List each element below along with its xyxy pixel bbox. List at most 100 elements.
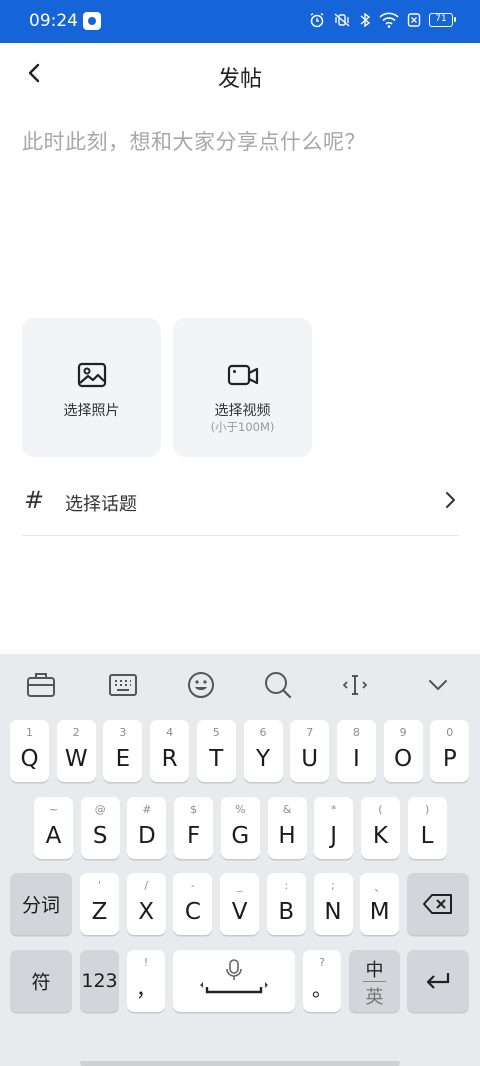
symbol-key-label: 符 (31, 971, 51, 994)
key-label: Q (20, 746, 39, 772)
video-camera-icon (227, 364, 258, 386)
key-p[interactable]: 0P (430, 720, 470, 782)
post-content-input[interactable]: 此时此刻，想和大家分享点什么呢？ (22, 126, 366, 156)
key-q[interactable]: 1Q (10, 720, 49, 782)
select-topic-label: 选择话题 (65, 494, 137, 515)
cursor-edit-button[interactable] (338, 668, 372, 702)
key-label: N (324, 899, 342, 925)
key-r[interactable]: 4R (150, 720, 190, 782)
key-secondary-label: 7 (306, 726, 314, 739)
key-secondary-label: 3 (119, 726, 127, 739)
key-secondary-label: 、 (374, 881, 386, 894)
key-secondary-label: / (144, 879, 149, 892)
keyboard-layout-button[interactable] (106, 668, 140, 702)
mute-vibrate-icon (334, 13, 350, 27)
key-h[interactable]: & H (267, 797, 307, 859)
key-o[interactable]: 9O (383, 720, 423, 782)
key-w[interactable]: 2W (56, 720, 96, 782)
backspace-icon (423, 894, 452, 914)
symbol-key[interactable]: 符 (10, 950, 72, 1012)
text-cursor-icon (342, 675, 368, 695)
key-label: E (115, 746, 131, 772)
key-m[interactable]: 、 M (360, 873, 400, 935)
select-video-button[interactable]: 选择视频 (小于100M) (173, 318, 312, 457)
toolbox-button[interactable] (24, 668, 58, 702)
key-x[interactable]: / X (126, 873, 166, 935)
select-photo-button[interactable]: 选择照片 (22, 318, 161, 457)
key-label: X (138, 899, 155, 925)
header: 发帖 (0, 43, 480, 105)
language-switch-key[interactable]: 中 英 (349, 950, 400, 1012)
comma-key[interactable]: ! ， (127, 950, 165, 1012)
period-key-secondary: ? (319, 956, 325, 969)
keyboard-icon (109, 674, 137, 696)
space-key[interactable] (173, 950, 295, 1012)
space-bar-icon (200, 982, 268, 994)
key-e[interactable]: 3E (103, 720, 143, 782)
key-g[interactable]: % G (220, 797, 260, 859)
key-label: U (301, 746, 319, 772)
language-divider (363, 981, 386, 982)
comma-key-secondary: ! (143, 956, 149, 969)
key-label: K (372, 823, 388, 849)
key-secondary-label: ( (378, 803, 383, 816)
select-topic-row[interactable]: # 选择话题 (22, 470, 459, 536)
segment-key-label: 分词 (21, 894, 60, 917)
key-secondary-label: ) (424, 803, 430, 816)
period-key-label: 。 (312, 977, 332, 1001)
enter-key[interactable] (407, 950, 469, 1012)
collapse-keyboard-button[interactable] (421, 668, 455, 702)
key-n[interactable]: ; N (313, 873, 353, 935)
key-label: B (278, 899, 295, 925)
select-photo-label: 选择照片 (63, 403, 120, 419)
key-label: G (231, 823, 250, 849)
page-title: 发帖 (217, 67, 262, 92)
key-t[interactable]: 5T (196, 720, 236, 782)
key-secondary-label: 8 (352, 726, 360, 739)
key-label: J (330, 823, 338, 849)
key-i[interactable]: 8I (336, 720, 376, 782)
key-u[interactable]: 7U (290, 720, 330, 782)
numeric-key[interactable]: 123 (80, 950, 119, 1012)
language-english-label: 英 (365, 987, 384, 1008)
key-c[interactable]: -C (173, 873, 213, 935)
search-button[interactable] (261, 668, 295, 702)
key-f[interactable]: $ F (174, 797, 214, 859)
key-a[interactable]: ~ A (34, 797, 73, 859)
key-d[interactable]: # D (127, 797, 167, 859)
key-label: O (394, 746, 413, 772)
battery-icon: 71 (429, 13, 456, 27)
key-v[interactable]: _ V (220, 873, 260, 935)
key-secondary-label: & (282, 803, 292, 816)
segment-key[interactable]: 分词 (10, 873, 72, 935)
key-secondary-label: 0 (446, 726, 454, 739)
key-label: R (161, 746, 178, 772)
wifi-icon (379, 12, 399, 28)
key-j[interactable]: * J (314, 797, 354, 859)
language-chinese-label: 中 (365, 960, 384, 981)
key-b[interactable]: :B (266, 873, 306, 935)
key-secondary-label: - (190, 879, 195, 892)
chevron-right-icon (446, 492, 455, 508)
key-z[interactable]: ' Z (80, 873, 119, 935)
key-k[interactable]: (K (360, 797, 400, 859)
emoji-button[interactable] (184, 668, 218, 702)
key-label: F (186, 823, 201, 849)
numeric-key-label: 123 (81, 970, 118, 992)
key-s[interactable]: @ S (80, 797, 120, 859)
backspace-key[interactable] (407, 873, 469, 935)
key-secondary-label: _ (236, 879, 243, 892)
period-key[interactable]: ? 。 (303, 950, 341, 1012)
key-secondary-label: $ (190, 803, 198, 816)
select-video-label: 选择视频 (214, 403, 271, 419)
key-label: H (278, 823, 296, 849)
search-icon (265, 672, 292, 699)
app-notification-icon (83, 12, 101, 30)
key-label: L (420, 823, 434, 849)
key-secondary-label: : (284, 879, 289, 892)
key-secondary-label: 5 (212, 726, 220, 739)
comma-key-label: ， (136, 977, 156, 1001)
key-l[interactable]: ) L (407, 797, 447, 859)
key-y[interactable]: 6Y (243, 720, 283, 782)
enter-icon (426, 973, 450, 989)
